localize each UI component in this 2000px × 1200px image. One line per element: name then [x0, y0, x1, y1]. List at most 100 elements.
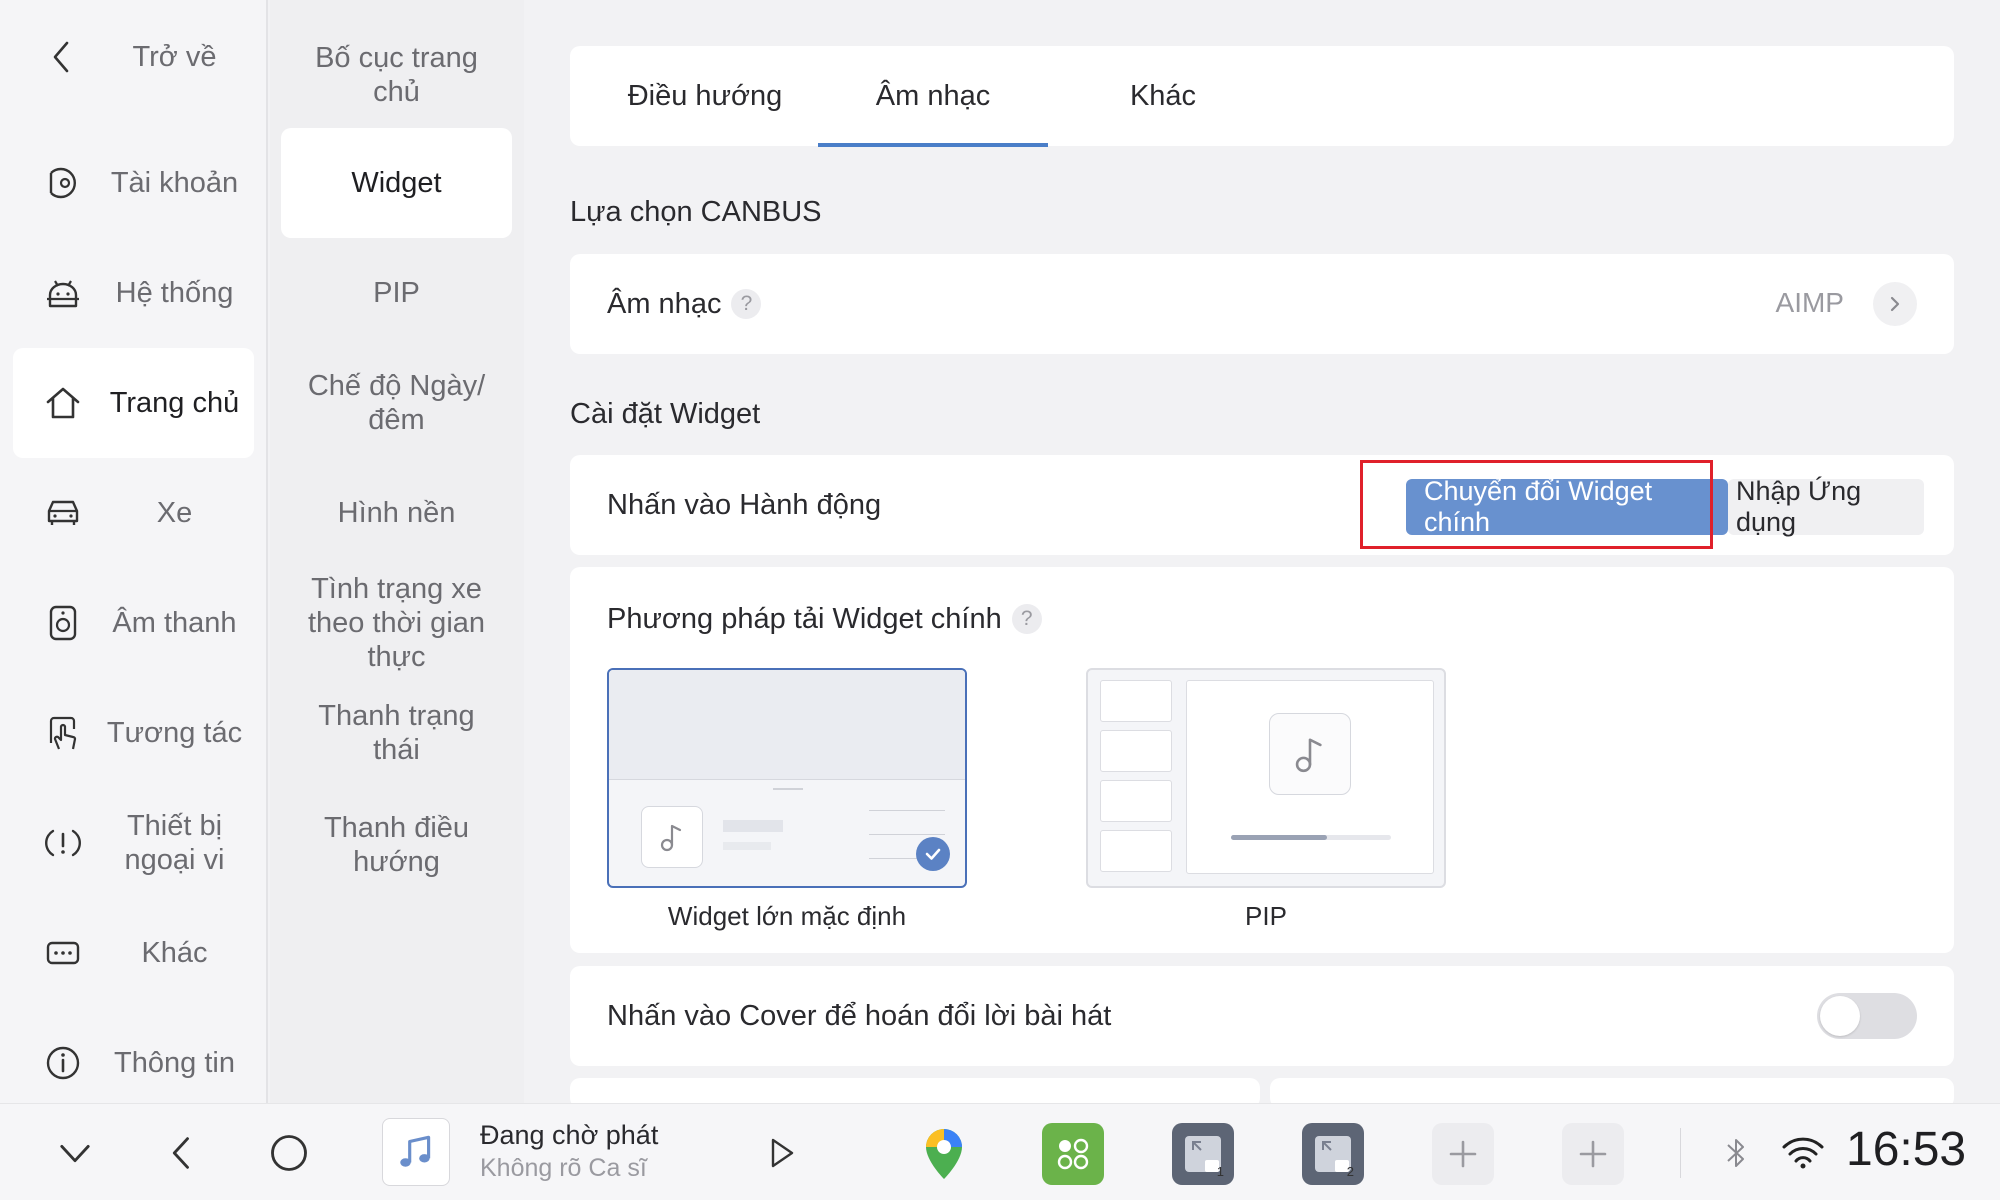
home-button[interactable]	[254, 1104, 324, 1200]
pip-main-panel	[1186, 680, 1434, 874]
system-nav-bar: Đang chờ phát Không rõ Ca sĩ 1 2 16:53	[0, 1103, 2000, 1200]
apps-launcher[interactable]	[1042, 1123, 1104, 1185]
music-note-icon	[641, 806, 703, 868]
toggle-knob	[1820, 996, 1860, 1036]
pip-progress-track	[1231, 835, 1391, 840]
subnav-nav-bar[interactable]: Thanh điều hướng	[281, 790, 512, 900]
subnav-label: Hình nền	[337, 497, 456, 529]
canbus-music-row[interactable]: Âm nhạc ? AIMP	[570, 254, 1954, 354]
tab-navigation[interactable]: Điều hướng	[590, 46, 820, 146]
help-icon[interactable]: ?	[1011, 604, 1042, 634]
preview-subtitle-bar	[723, 842, 771, 850]
tab-music[interactable]: Âm nhạc	[818, 46, 1048, 146]
nav-interaction[interactable]: Tương tác	[13, 678, 254, 788]
nav-account[interactable]: Tài khoản	[13, 128, 254, 238]
canbus-section-title: Lựa chọn CANBUS	[570, 196, 822, 228]
subnav-vehicle-status[interactable]: Tình trạng xe theo thời gian thực	[281, 568, 512, 678]
tab-bar: Điều hướng Âm nhạc Khác	[570, 46, 1954, 147]
plus-icon	[1579, 1140, 1607, 1168]
media-artist: Không rõ Ca sĩ	[480, 1154, 647, 1182]
album-art[interactable]	[382, 1118, 450, 1186]
subnav-label: Widget	[351, 167, 442, 199]
nav-label: Khác	[141, 937, 208, 969]
peripheral-icon	[45, 829, 81, 857]
tab-label: Điều hướng	[627, 79, 783, 112]
open-app-option[interactable]: Nhập Ứng dụng	[1728, 476, 1924, 537]
car-icon	[47, 500, 79, 525]
nav-system[interactable]: Hệ thống	[13, 238, 254, 348]
tap-action-row: Nhấn vào Hành động Chuyển đổi Widget chí…	[570, 455, 1954, 555]
nav-label: Trang chủ	[109, 387, 240, 419]
preview-header	[609, 670, 965, 780]
map-pin-icon	[926, 1129, 962, 1179]
checkmark-icon	[916, 837, 950, 871]
subnav-day-night[interactable]: Chế độ Ngày/ đêm	[281, 348, 512, 458]
nav-info[interactable]: Thông tin	[13, 1008, 254, 1118]
pip-slot	[1100, 730, 1172, 772]
default-widget-label: Widget lớn mặc định	[667, 901, 907, 931]
subnav-label: Thanh trạng thái	[318, 700, 475, 766]
option-label: Nhập Ứng dụng	[1736, 476, 1862, 537]
bluetooth-icon	[1727, 1138, 1744, 1167]
subnav-status-bar[interactable]: Thanh trạng thái	[281, 678, 512, 788]
back-icon	[172, 1136, 189, 1169]
preview-title-bar	[723, 820, 783, 832]
canbus-music-label: Âm nhạc	[607, 287, 722, 320]
preview-line	[869, 834, 945, 835]
nav-car[interactable]: Xe	[13, 458, 254, 568]
default-widget-option[interactable]	[607, 668, 967, 888]
nav-back[interactable]: Trở về	[13, 2, 254, 112]
maps-app[interactable]	[913, 1123, 975, 1185]
recent-app-2[interactable]: 2	[1302, 1123, 1364, 1185]
tap-action-label: Nhấn vào Hành động	[607, 488, 882, 521]
chevron-down-icon	[60, 1144, 90, 1162]
preview-handle	[773, 788, 803, 790]
tab-label: Âm nhạc	[875, 79, 991, 112]
subnav-pip[interactable]: PIP	[281, 238, 512, 348]
subnav-label: Bố cục trang chủ	[315, 42, 478, 108]
load-method-label: Phương pháp tải Widget chính	[607, 602, 1002, 635]
widget-section-title: Cài đặt Widget	[570, 398, 761, 430]
nav-label: Hệ thống	[115, 277, 234, 309]
collapse-button[interactable]	[40, 1104, 110, 1200]
help-icon[interactable]: ?	[731, 289, 762, 319]
subnav-widget[interactable]: Widget	[281, 128, 512, 238]
load-method-label-group: Phương pháp tải Widget chính ?	[607, 599, 1042, 639]
apps-grid-icon	[1057, 1138, 1089, 1170]
cover-toggle-label: Nhấn vào Cover để hoán đổi lời bài hát	[607, 999, 1112, 1032]
subnav-wallpaper[interactable]: Hình nền	[281, 458, 512, 568]
settings-content: Điều hướng Âm nhạc Khác Lựa chọn CANBUS …	[524, 0, 2000, 1108]
nav-peripherals[interactable]: Thiết bị ngoại vi	[13, 788, 254, 898]
nav-label: Trở về	[132, 41, 217, 73]
canbus-music-value: AIMP	[1775, 287, 1844, 318]
canbus-row-label-group: Âm nhạc ?	[607, 254, 762, 354]
nav-other[interactable]: Khác	[13, 898, 254, 1008]
nav-home[interactable]: Trang chủ	[13, 348, 254, 458]
cover-toggle-switch[interactable]	[1817, 993, 1917, 1039]
highlight-annotation	[1360, 460, 1713, 549]
play-button[interactable]	[746, 1104, 816, 1200]
back-arrow-icon	[53, 41, 69, 73]
subnav-label: PIP	[373, 277, 420, 309]
tab-other[interactable]: Khác	[1048, 46, 1278, 146]
recent-app-1[interactable]: 1	[1172, 1123, 1234, 1185]
speaker-icon	[49, 605, 77, 641]
subnav-home-layout[interactable]: Bố cục trang chủ	[281, 20, 512, 130]
subnav-label: Thanh điều hướng	[323, 812, 470, 878]
nav-label: Tương tác	[106, 717, 243, 749]
wifi-icon	[1782, 1137, 1824, 1168]
nav-label: Thông tin	[114, 1047, 235, 1079]
add-app-slot-2[interactable]	[1562, 1123, 1624, 1185]
wifi-status[interactable]	[1778, 1104, 1828, 1200]
back-button[interactable]	[147, 1104, 217, 1200]
add-app-slot-1[interactable]	[1432, 1123, 1494, 1185]
pip-slot	[1100, 680, 1172, 722]
info-icon	[46, 1046, 80, 1080]
active-tab-indicator	[818, 143, 1048, 147]
plus-icon	[1449, 1140, 1477, 1168]
chevron-right-icon[interactable]	[1873, 282, 1917, 326]
home-icon	[46, 387, 80, 419]
nav-sound[interactable]: Âm thanh	[13, 568, 254, 678]
pip-option[interactable]	[1086, 668, 1446, 888]
bluetooth-status[interactable]	[1716, 1104, 1756, 1200]
